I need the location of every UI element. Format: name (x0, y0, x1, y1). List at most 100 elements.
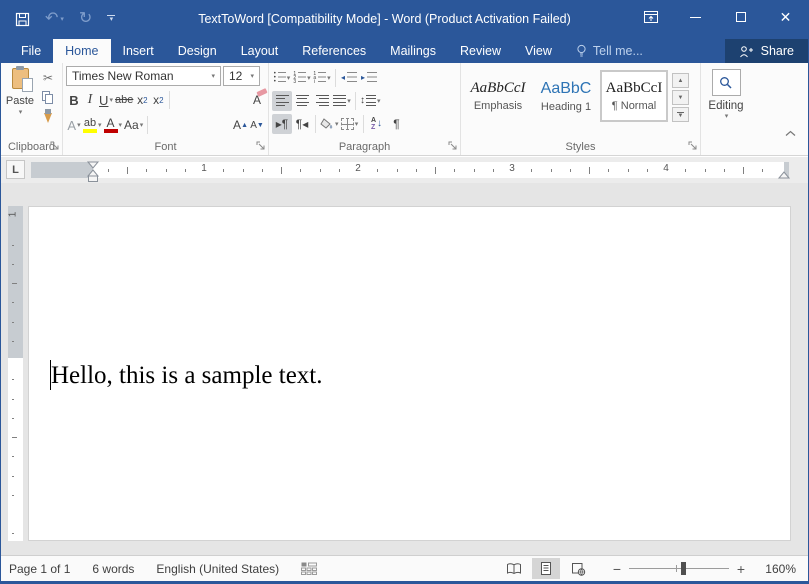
tab-design[interactable]: Design (166, 39, 229, 63)
vertical-ruler[interactable]: 1 (8, 183, 23, 555)
styles-more-button[interactable]: ▼ (672, 107, 689, 122)
change-case-button[interactable]: Aa▾ (123, 115, 144, 135)
paste-button[interactable]: Paste ▾ (4, 66, 36, 126)
redo-button[interactable]: ↻ (79, 11, 92, 27)
shading-button[interactable]: ▾ (319, 114, 340, 134)
align-center-button[interactable] (292, 91, 312, 111)
zoom-in-button[interactable]: + (734, 561, 748, 577)
tab-references[interactable]: References (290, 39, 378, 63)
first-line-indent-marker[interactable] (88, 162, 98, 168)
borders-icon (341, 118, 354, 130)
highlight-color-button[interactable]: ab ▾ (82, 115, 103, 135)
multilevel-list-button[interactable]: 1 a i▾ (312, 68, 332, 88)
clipboard-dialog-launcher[interactable] (50, 141, 60, 151)
decrease-indent-button[interactable]: ◂ (339, 68, 359, 88)
align-right-button[interactable] (312, 91, 332, 111)
style-heading-1[interactable]: AaBbC Heading 1 (532, 70, 600, 122)
style-normal[interactable]: AaBbCcI ¶ Normal (600, 70, 668, 122)
tab-mailings[interactable]: Mailings (378, 39, 448, 63)
customize-qat-button[interactable]: ▾ (107, 15, 115, 23)
tab-review[interactable]: Review (448, 39, 513, 63)
font-family-combobox[interactable]: Times New Roman ▾ (66, 66, 221, 86)
language-status[interactable]: English (United States) (156, 562, 279, 576)
styles-dialog-launcher[interactable] (688, 141, 698, 151)
font-group-label: Font (63, 141, 268, 153)
zoom-level[interactable]: 160% (754, 562, 796, 576)
paragraph-group: • • •▾ 1 2 3▾ 1 a i▾ ◂ ▸ (269, 63, 461, 155)
tab-home[interactable]: Home (53, 39, 110, 63)
text-effects-button[interactable]: A▾ (66, 115, 82, 135)
format-painter-button[interactable] (38, 109, 58, 126)
tab-stop-selector[interactable]: L (6, 160, 25, 179)
editing-button[interactable]: Editing ▾ (704, 66, 748, 120)
style-name: ¶ Normal (612, 100, 656, 112)
shrink-font-button[interactable]: A▼ (249, 115, 265, 135)
align-left-button[interactable] (272, 91, 292, 111)
bullets-button[interactable]: • • •▾ (272, 68, 292, 88)
superscript-button[interactable]: x2 (150, 90, 166, 110)
read-mode-icon (506, 562, 522, 575)
font-color-button[interactable]: A ▾ (103, 115, 124, 135)
styles-gallery-scroll: ▲ ▼ ▼ (672, 70, 689, 122)
style-name: Emphasis (474, 100, 522, 112)
tab-file[interactable]: File (9, 39, 53, 63)
tab-insert[interactable]: Insert (111, 39, 166, 63)
cut-button[interactable]: ✂ (38, 69, 58, 86)
sort-button[interactable]: AZ ↓ (367, 114, 387, 134)
justify-icon (333, 95, 346, 107)
strikethrough-button[interactable]: abe (114, 90, 134, 110)
read-mode-button[interactable] (500, 558, 528, 579)
page-count-status[interactable]: Page 1 of 1 (9, 562, 70, 576)
font-dialog-launcher[interactable] (256, 141, 266, 151)
zoom-slider[interactable] (629, 562, 729, 575)
hanging-indent-marker[interactable] (88, 170, 98, 176)
borders-button[interactable]: ▾ (340, 114, 360, 134)
document-text[interactable]: Hello, this is a sample text. (51, 362, 322, 390)
web-layout-button[interactable] (564, 558, 592, 579)
left-to-right-button[interactable]: ▸¶ (272, 114, 292, 134)
zoom-out-button[interactable]: − (610, 561, 624, 577)
left-indent-marker[interactable] (89, 176, 98, 182)
paragraph-dialog-launcher[interactable] (448, 141, 458, 151)
increase-indent-button[interactable]: ▸ (359, 68, 379, 88)
show-hide-formatting-button[interactable]: ¶ (387, 114, 407, 134)
document-page[interactable]: Hello, this is a sample text. (28, 206, 791, 541)
sort-icon: AZ ↓ (371, 117, 382, 131)
macro-record-button[interactable] (301, 562, 317, 575)
italic-button[interactable]: I (82, 90, 98, 110)
undo-button[interactable]: ↶▾ (45, 11, 64, 27)
copy-button[interactable] (38, 89, 58, 106)
collapse-ribbon-button[interactable] (785, 130, 796, 137)
clear-formatting-button[interactable]: A (249, 90, 265, 110)
grow-font-button[interactable]: A▲ (232, 115, 249, 135)
numbering-button[interactable]: 1 2 3▾ (292, 68, 312, 88)
minimize-button[interactable] (673, 1, 718, 33)
word-count-status[interactable]: 6 words (92, 562, 134, 576)
horizontal-ruler[interactable]: 1 2 3 4 (31, 162, 789, 178)
maximize-button[interactable] (718, 1, 763, 33)
right-to-left-button[interactable]: ¶◂ (292, 114, 312, 134)
line-spacing-button[interactable]: ↕▾ (359, 91, 382, 111)
style-emphasis[interactable]: AaBbCcI Emphasis (464, 70, 532, 122)
tab-layout[interactable]: Layout (229, 39, 291, 63)
styles-scroll-down-button[interactable]: ▼ (672, 90, 689, 105)
style-preview: AaBbC (541, 80, 592, 98)
tell-me-box[interactable]: Tell me... (576, 39, 643, 63)
close-button[interactable]: ✕ (763, 1, 808, 33)
right-indent-marker[interactable] (778, 171, 790, 179)
font-size-combobox[interactable]: 12 ▾ (223, 66, 260, 86)
zoom-slider-thumb[interactable] (681, 562, 686, 575)
justify-button[interactable]: ▾ (332, 91, 352, 111)
save-button[interactable] (15, 12, 30, 27)
bold-button[interactable]: B (66, 90, 82, 110)
find-button[interactable] (712, 69, 741, 96)
styles-scroll-up-button[interactable]: ▲ (672, 73, 689, 88)
ribbon-display-options-button[interactable] (628, 1, 673, 33)
tab-view[interactable]: View (513, 39, 564, 63)
editing-group: Editing ▾ (701, 63, 751, 155)
subscript-button[interactable]: x2 (134, 90, 150, 110)
underline-button[interactable]: U▾ (98, 90, 114, 110)
print-layout-button[interactable] (532, 558, 560, 579)
indent-markers[interactable] (87, 161, 100, 183)
share-button[interactable]: Share (725, 39, 808, 63)
